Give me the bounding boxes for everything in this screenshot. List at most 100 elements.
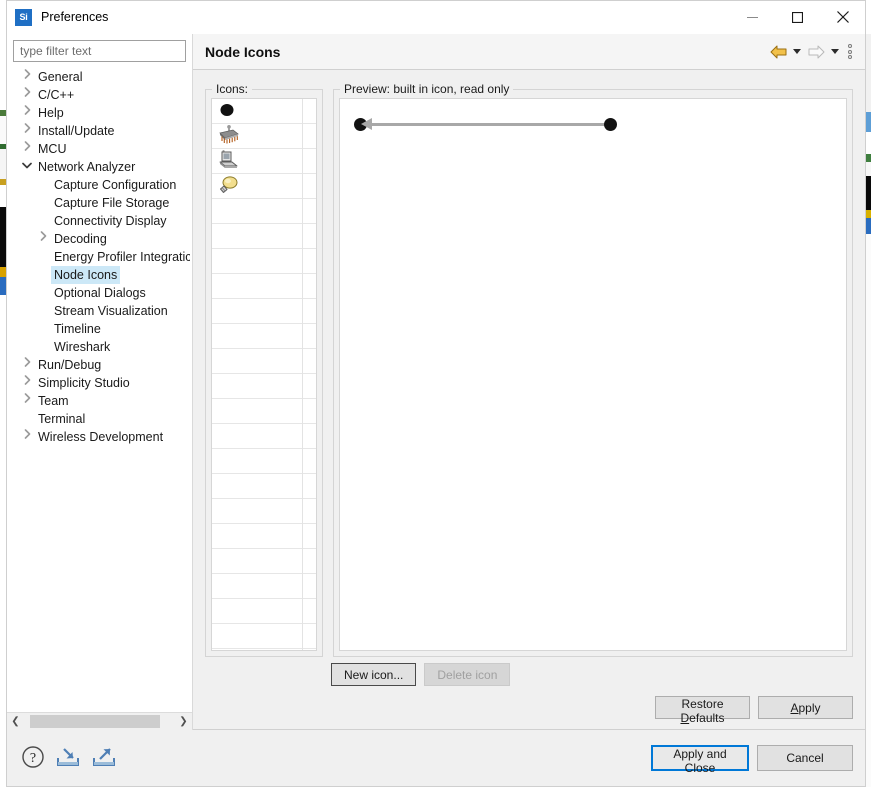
icons-table[interactable] xyxy=(211,98,317,651)
tree-item-wireless-development[interactable]: Wireless Development xyxy=(7,428,192,446)
chevron-right-icon[interactable] xyxy=(19,68,35,86)
lightbulb-icon xyxy=(218,175,240,198)
page-header: Node Icons xyxy=(193,34,865,70)
icons-table-empty-row[interactable] xyxy=(212,599,302,624)
icons-table-empty-row[interactable] xyxy=(212,299,302,324)
tree-item-optional-dialogs[interactable]: Optional Dialogs xyxy=(7,284,192,302)
icons-table-empty-row[interactable] xyxy=(212,524,302,549)
tree-item-timeline[interactable]: Timeline xyxy=(7,320,192,338)
tree-item-node-icons[interactable]: Node Icons xyxy=(7,266,192,284)
tree-item-label: General xyxy=(38,70,83,84)
icons-table-empty-row-secondary xyxy=(303,424,316,449)
chevron-right-icon[interactable] xyxy=(19,356,35,374)
tree-item-team[interactable]: Team xyxy=(7,392,192,410)
tree-item-c-c[interactable]: C/C++ xyxy=(7,86,192,104)
new-icon-button[interactable]: New icon... xyxy=(331,663,417,686)
scrollbar-thumb[interactable] xyxy=(30,715,160,728)
tree-item-capture-configuration[interactable]: Capture Configuration xyxy=(7,176,192,194)
black-dot-icon xyxy=(218,101,236,122)
tree-item-run-debug[interactable]: Run/Debug xyxy=(7,356,192,374)
cancel-button[interactable]: Cancel xyxy=(757,745,853,771)
scroll-right-icon[interactable]: ❯ xyxy=(175,713,192,730)
chevron-right-icon[interactable] xyxy=(19,374,35,392)
preview-link-line xyxy=(367,123,607,126)
tree-item-wireshark[interactable]: Wireshark xyxy=(7,338,192,356)
tree-item-install-update[interactable]: Install/Update xyxy=(7,122,192,140)
preview-group-legend: Preview: built in icon, read only xyxy=(344,82,510,96)
icons-table-empty-row[interactable] xyxy=(212,449,302,474)
scroll-left-icon[interactable]: ❮ xyxy=(7,713,24,730)
icons-column-secondary xyxy=(302,99,316,650)
preferences-tree: General C/C++ Help Install/Update MCU Network… xyxy=(7,66,192,712)
chevron-right-icon[interactable] xyxy=(19,428,35,446)
icons-table-empty-row[interactable] xyxy=(212,424,302,449)
icons-table-empty-row[interactable] xyxy=(212,649,302,650)
tree-item-mcu[interactable]: MCU xyxy=(7,140,192,158)
apply-button[interactable]: Apply xyxy=(758,696,853,719)
view-menu-icon[interactable] xyxy=(843,41,857,63)
icons-table-empty-row[interactable] xyxy=(212,224,302,249)
scrollbar-track[interactable] xyxy=(24,713,175,730)
apply-and-close-button[interactable]: Apply and Close xyxy=(651,745,749,775)
icons-table-empty-row[interactable] xyxy=(212,574,302,599)
dialog-body: General C/C++ Help Install/Update MCU Network… xyxy=(7,34,865,730)
icons-table-empty-row-secondary xyxy=(303,324,316,349)
tree-item-label: Energy Profiler Integratic xyxy=(54,250,190,264)
icons-table-row[interactable] xyxy=(212,149,302,174)
icons-table-empty-row[interactable] xyxy=(212,349,302,374)
minimize-icon[interactable] xyxy=(730,1,775,34)
preferences-content-pane: Node Icons Icons: Preview: built in icon… xyxy=(193,34,865,730)
tree-item-label: Stream Visualization xyxy=(54,304,168,318)
icons-table-empty-row-secondary xyxy=(303,224,316,249)
tree-item-stream-visualization[interactable]: Stream Visualization xyxy=(7,302,192,320)
tree-item-terminal[interactable]: Terminal xyxy=(7,410,192,428)
icons-table-row[interactable] xyxy=(212,99,302,124)
chevron-right-icon[interactable] xyxy=(19,104,35,122)
icons-table-row[interactable] xyxy=(212,124,302,149)
tree-item-label: Help xyxy=(38,106,64,120)
chevron-right-icon[interactable] xyxy=(19,122,35,140)
icons-table-empty-row[interactable] xyxy=(212,499,302,524)
tree-horizontal-scrollbar[interactable]: ❮ ❯ xyxy=(7,712,192,730)
icons-table-empty-row[interactable] xyxy=(212,249,302,274)
icons-table-empty-row[interactable] xyxy=(212,324,302,349)
tree-item-general[interactable]: General xyxy=(7,68,192,86)
icon-action-buttons: New icon... Delete icon xyxy=(205,657,853,686)
icons-table-empty-row[interactable] xyxy=(212,624,302,649)
chevron-right-icon[interactable] xyxy=(19,392,35,410)
icons-table-empty-row[interactable] xyxy=(212,374,302,399)
maximize-icon[interactable] xyxy=(775,1,820,34)
icons-table-empty-row[interactable] xyxy=(212,199,302,224)
preferences-navigation-pane: General C/C++ Help Install/Update MCU Network… xyxy=(7,34,193,730)
restore-defaults-button[interactable]: Restore Defaults xyxy=(655,696,750,725)
icons-table-empty-row[interactable] xyxy=(212,474,302,499)
icons-table-empty-row[interactable] xyxy=(212,399,302,424)
import-icon[interactable] xyxy=(55,745,81,772)
filter-input[interactable] xyxy=(13,40,186,62)
tree-item-energy-profiler-integratic[interactable]: Energy Profiler Integratic xyxy=(7,248,192,266)
back-dropdown-chevron-down-icon[interactable] xyxy=(791,41,803,63)
tree-item-label: Install/Update xyxy=(38,124,115,138)
icons-table-empty-row[interactable] xyxy=(212,549,302,574)
tree-item-help[interactable]: Help xyxy=(7,104,192,122)
export-icon[interactable] xyxy=(91,745,117,772)
forward-dropdown-chevron-down-icon[interactable] xyxy=(829,41,841,63)
icons-table-empty-row[interactable] xyxy=(212,274,302,299)
icons-table-empty-row-secondary xyxy=(303,499,316,524)
chevron-right-icon[interactable] xyxy=(19,86,35,104)
tree-item-simplicity-studio[interactable]: Simplicity Studio xyxy=(7,374,192,392)
chevron-right-icon[interactable] xyxy=(35,230,51,248)
tree-item-connectivity-display[interactable]: Connectivity Display xyxy=(7,212,192,230)
tree-item-label: Capture File Storage xyxy=(54,196,170,210)
tree-item-network-analyzer[interactable]: Network Analyzer xyxy=(7,158,192,176)
tree-item-label: Wireless Development xyxy=(38,430,164,444)
chevron-right-icon[interactable] xyxy=(19,140,35,158)
back-arrow-icon[interactable] xyxy=(767,41,789,63)
tree-item-decoding[interactable]: Decoding xyxy=(7,230,192,248)
icons-table-row[interactable] xyxy=(212,174,302,199)
close-icon[interactable] xyxy=(820,1,865,34)
preview-link-arrowhead-icon xyxy=(361,118,372,130)
chevron-down-icon[interactable] xyxy=(19,158,35,176)
help-icon[interactable]: ? xyxy=(21,745,45,772)
tree-item-capture-file-storage[interactable]: Capture File Storage xyxy=(7,194,192,212)
